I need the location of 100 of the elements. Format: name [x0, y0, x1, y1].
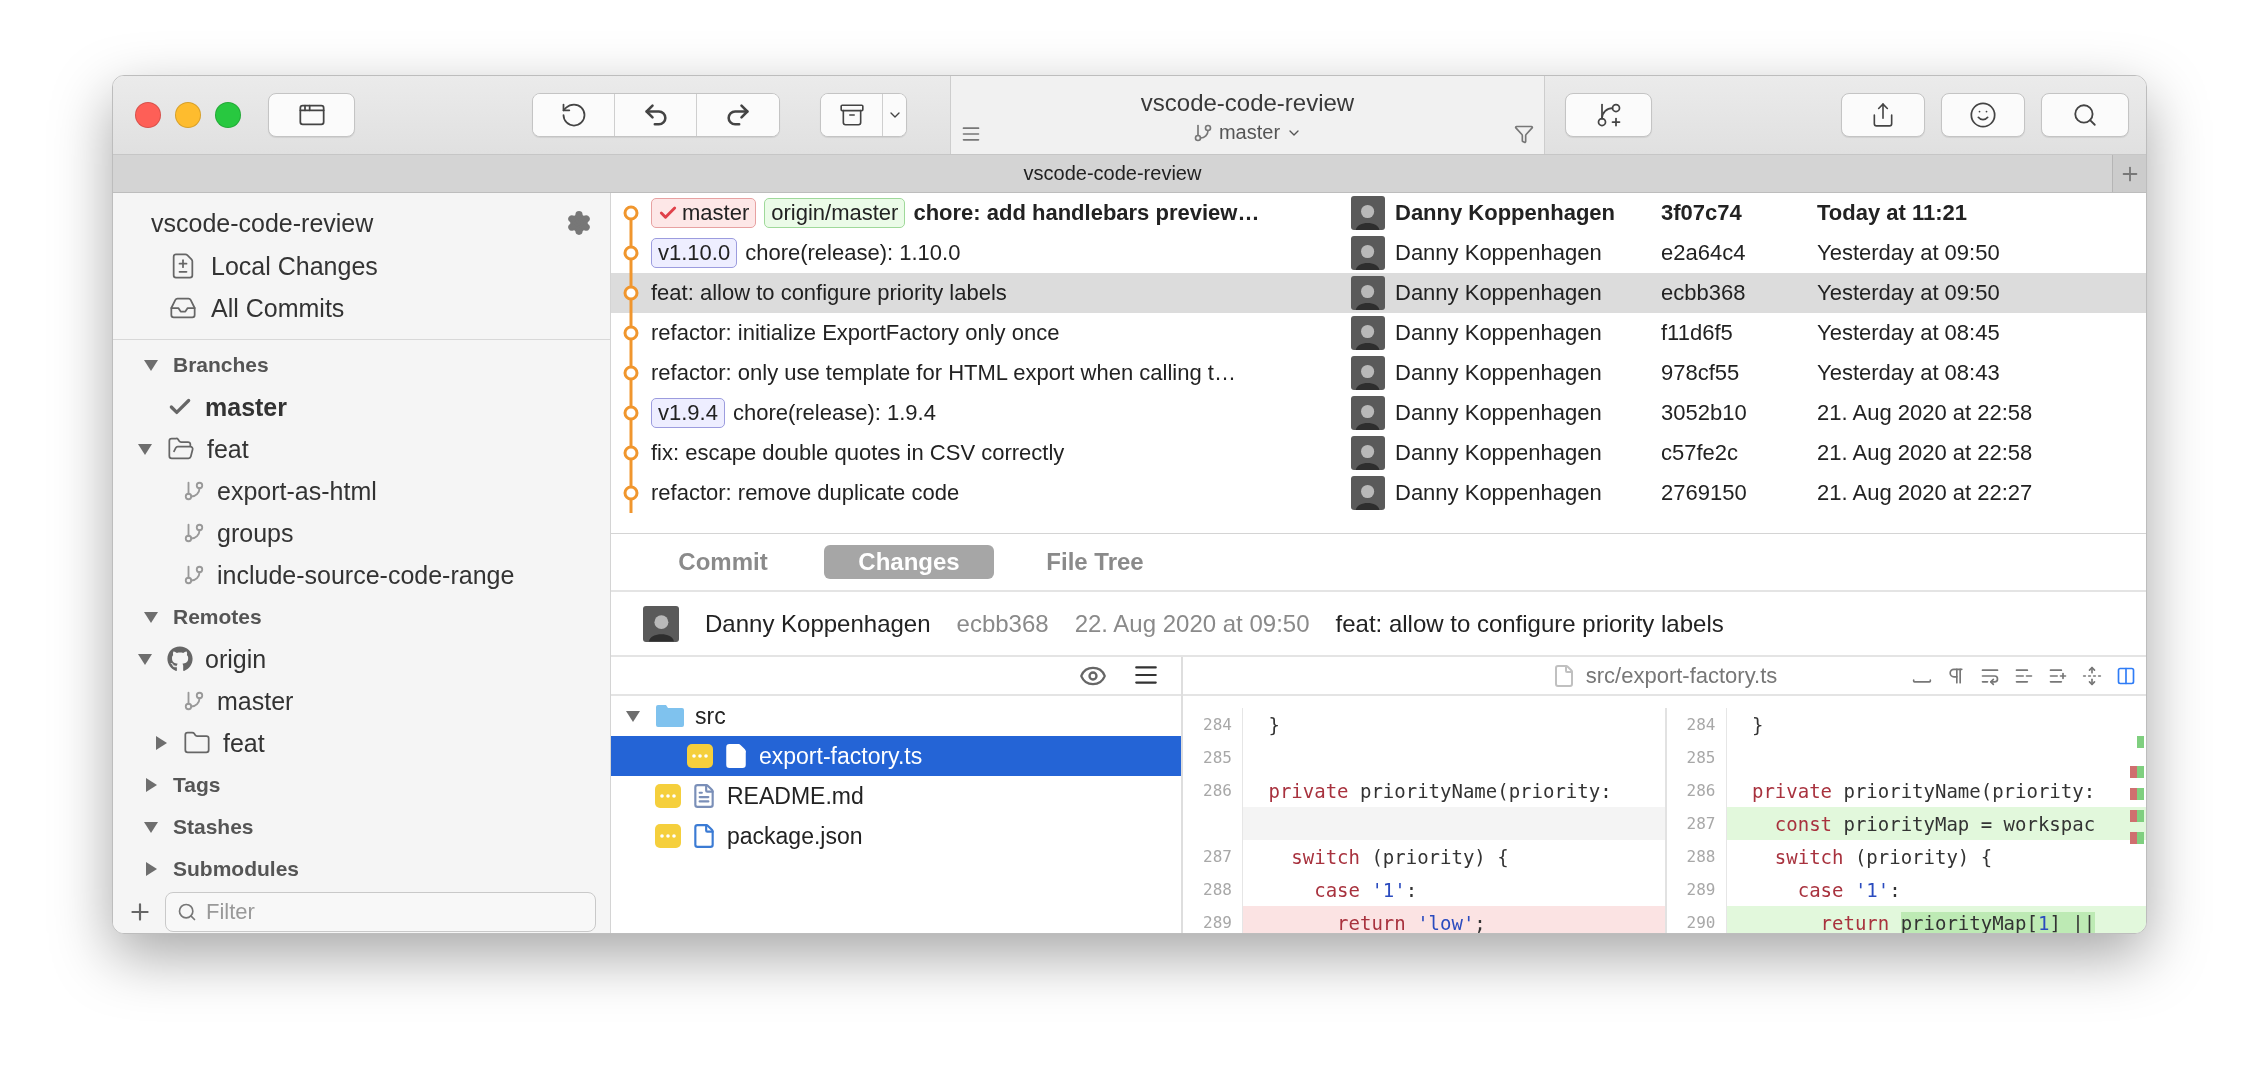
folder-icon	[655, 704, 685, 728]
line-number: 289	[1666, 873, 1727, 906]
disclosure-triangle-icon[interactable]	[143, 357, 159, 373]
search-icon	[2072, 102, 2098, 128]
folder-item[interactable]: src	[655, 702, 726, 730]
push-button[interactable]	[697, 94, 779, 136]
disclosure-triangle-icon[interactable]	[143, 819, 159, 835]
sidebar-item[interactable]: All Commits	[113, 287, 610, 329]
line-number: 288	[1666, 840, 1727, 873]
list-icon	[961, 124, 981, 144]
line-number: 284	[1666, 708, 1727, 741]
avatar	[1351, 276, 1385, 310]
archive-box-icon	[838, 102, 865, 128]
folder-item[interactable]: feat	[167, 434, 249, 464]
section-heading[interactable]: Remotes	[173, 605, 262, 629]
commit-date: 21. Aug 2020 at 22:27	[1817, 480, 2034, 506]
commit-subject: refactor: remove duplicate code	[651, 480, 960, 506]
disclosure-triangle-icon[interactable]	[137, 441, 153, 457]
stash-button[interactable]	[821, 94, 883, 136]
search-icon	[177, 902, 197, 922]
code-line: switch (priority) {	[1773, 844, 1994, 870]
file-path: src/export-factory.ts	[1585, 662, 1778, 689]
line-number: 284	[1183, 708, 1243, 741]
tag-label: v1.10.0	[651, 238, 738, 268]
disclosure-triangle-icon[interactable]	[153, 735, 169, 751]
author-name: Danny Koppenhagen	[1395, 240, 1602, 266]
disclosure-triangle-icon[interactable]	[143, 777, 159, 793]
commit-hash: c57fe2c	[1661, 440, 1740, 466]
disclosure-triangle-icon[interactable]	[137, 651, 153, 667]
branch-item[interactable]: master	[167, 392, 287, 422]
disclosure-triangle-icon[interactable]	[143, 861, 159, 877]
commit-hash: e2a64c4	[1661, 240, 1747, 266]
author-name: Danny Koppenhagen	[1395, 200, 1615, 226]
modified-badge-icon	[655, 824, 681, 848]
line-number: 286	[1666, 774, 1727, 807]
commit-hash: 3f07c74	[1661, 200, 1743, 226]
author-name: Danny Koppenhagen	[1395, 320, 1602, 346]
branch-icon	[183, 564, 205, 586]
disclosure-triangle-icon[interactable]	[143, 609, 159, 625]
commit-hash: ecbb368	[1661, 280, 1747, 306]
new-tab-button[interactable]	[2112, 155, 2146, 192]
zoom-button[interactable]	[215, 102, 241, 128]
section-heading[interactable]: Stashes	[173, 815, 254, 839]
search-button[interactable]	[2041, 93, 2129, 137]
commit-row[interactable]: feat: allow to configure priority labels Danny Koppenhagen ecbb368 Yesterday at 09:50	[611, 273, 2146, 313]
curved-arrow-icon	[724, 101, 752, 129]
pull-button[interactable]	[615, 94, 697, 136]
avatar	[1351, 476, 1385, 510]
code-line: private priorityName(priority:	[1750, 778, 2097, 804]
remote-item[interactable]: origin	[167, 644, 267, 674]
feedback-button[interactable]	[1941, 93, 2025, 137]
code-line: private priorityName(priority:	[1267, 778, 1613, 804]
commit-subject: fix: escape double quotes in CSV correctly	[651, 440, 1065, 466]
branch-picker[interactable]: master	[1192, 121, 1303, 144]
file-row[interactable]: export-factory.ts	[611, 736, 1181, 776]
filter-field[interactable]: Filter	[165, 892, 596, 932]
sidebar-toggle-button[interactable]	[268, 93, 355, 137]
section-heading[interactable]: Tags	[173, 773, 221, 797]
smiley-icon	[1969, 101, 1997, 129]
settings-icon[interactable]	[566, 210, 592, 236]
file-row[interactable]: README.md	[611, 776, 1181, 816]
folder-item[interactable]: feat	[183, 728, 265, 758]
branch-item[interactable]: include-source-code-range	[183, 560, 515, 590]
file-icon	[723, 743, 749, 769]
share-button[interactable]	[1841, 93, 1925, 137]
commit-hash: ecbb368	[956, 609, 1049, 638]
file-name: README.md	[727, 782, 864, 810]
line-number: 288	[1183, 873, 1243, 906]
code-line: }	[1267, 712, 1281, 738]
sidebar-item[interactable]: Local Changes	[113, 245, 610, 287]
line-number: 286	[1183, 774, 1243, 807]
branch-icon	[183, 690, 205, 712]
avatar	[643, 605, 679, 642]
modified-badge-icon	[655, 784, 681, 808]
file-row[interactable]: package.json	[611, 816, 1181, 856]
section-heading[interactable]: Branches	[173, 353, 269, 377]
fetch-button[interactable]	[533, 94, 615, 136]
code-line: case '1':	[1796, 877, 1902, 903]
disclosure-triangle-icon[interactable]	[625, 708, 641, 724]
close-button[interactable]	[135, 102, 161, 128]
commit-subject: chore: add handlebars preview…	[913, 200, 1260, 226]
commit-subject: chore(release): 1.10.0	[745, 240, 961, 266]
branch-item[interactable]: groups	[183, 518, 294, 548]
commit-subject: chore(release): 1.9.4	[732, 400, 936, 426]
branch-item[interactable]: export-as-html	[183, 476, 377, 506]
expand-lines-icon[interactable]	[2082, 665, 2102, 686]
branch-item[interactable]: master	[183, 686, 294, 716]
commit-date: Yesterday at 08:45	[1817, 320, 2001, 346]
code-line: switch (priority) {	[1290, 844, 1510, 870]
split-view-icon[interactable]	[2116, 665, 2136, 686]
branch-icon	[1192, 122, 1213, 143]
file-name: package.json	[727, 822, 863, 850]
file-name: export-factory.ts	[759, 742, 923, 770]
commit-subject: refactor: initialize ExportFactory only once	[651, 320, 1060, 346]
section-heading[interactable]: Submodules	[173, 857, 299, 881]
repository-name: vscode-code-review	[151, 208, 374, 238]
filter-icon[interactable]	[1514, 124, 1534, 144]
text-file-icon	[691, 783, 717, 809]
new-branch-button[interactable]	[1565, 93, 1652, 137]
avatar	[1351, 356, 1385, 390]
